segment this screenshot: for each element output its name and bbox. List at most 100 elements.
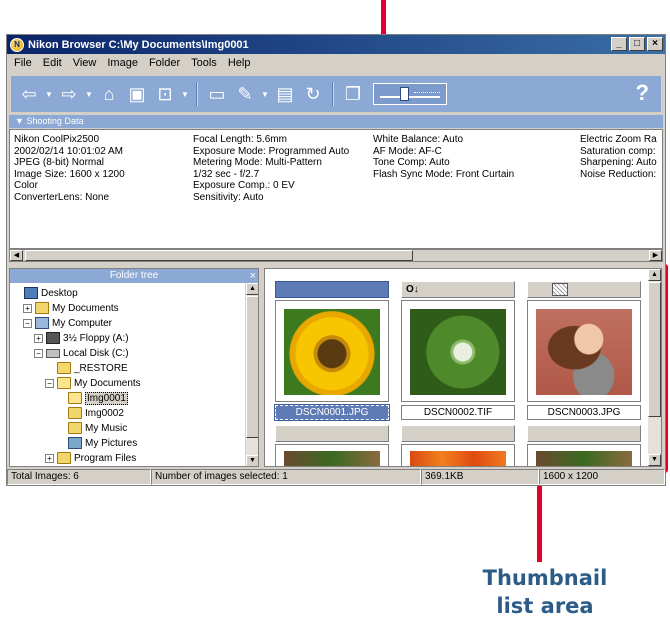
tree-item[interactable]: − My Documents: [45, 375, 141, 391]
shooting-data-col-3: White Balance: Auto AF Mode: AF-C Tone C…: [373, 134, 514, 180]
folder-tree-pane: Folder tree × Desktop + My Documents − My Co…: [9, 268, 259, 467]
new-folder-icon[interactable]: ▣: [123, 80, 151, 108]
thumbnail-tile[interactable]: DSCN0003.JPG: [527, 281, 641, 420]
expand-icon[interactable]: +: [23, 303, 32, 313]
thumbnail-photo[interactable]: [536, 309, 632, 395]
slider-knob[interactable]: [400, 87, 409, 101]
edit-icon[interactable]: ✎: [231, 80, 259, 108]
rotate-icon[interactable]: ↻: [299, 80, 327, 108]
close-button[interactable]: ×: [647, 37, 663, 51]
print-icon[interactable]: ▤: [271, 80, 299, 108]
thumbnail-photo[interactable]: [410, 309, 506, 395]
tree-item[interactable]: My Music: [56, 420, 127, 436]
scroll-down-icon[interactable]: ▼: [648, 454, 661, 466]
scroll-up-icon[interactable]: ▲: [648, 269, 661, 281]
thumbnail-filename[interactable]: DSCN0002.TIF: [401, 405, 515, 420]
status-selected-count: Number of images selected: 1: [151, 469, 421, 485]
tree-item-label: My Pictures: [85, 437, 138, 449]
back-dropdown-icon[interactable]: ▼: [43, 80, 55, 108]
callout-line-2: list area: [496, 594, 594, 618]
menu-folder[interactable]: Folder: [144, 55, 186, 72]
folder-icon: [68, 422, 82, 434]
collapse-icon[interactable]: −: [23, 318, 32, 328]
expand-icon[interactable]: +: [34, 333, 43, 343]
collapse-icon[interactable]: −: [34, 348, 43, 358]
scroll-up-icon[interactable]: ▲: [246, 283, 258, 295]
thumbnail-filename[interactable]: DSCN0003.JPG: [527, 405, 641, 420]
menu-help[interactable]: Help: [223, 55, 257, 72]
status-file-size: 369.1KB: [421, 469, 539, 485]
focal-length: Focal Length: 5.6mm: [193, 134, 287, 145]
thumbnail-image-frame[interactable]: [401, 444, 515, 466]
thumbnail-header: [401, 425, 515, 442]
folder-tree-scrollbar[interactable]: ▲ ▼: [245, 283, 258, 466]
tree-item[interactable]: Img0001: [56, 390, 128, 406]
expand-icon[interactable]: +: [45, 453, 54, 463]
thumbnail-size-slider[interactable]: [373, 83, 447, 105]
thumbnail-tile[interactable]: [275, 425, 389, 466]
menu-tools[interactable]: Tools: [186, 55, 223, 72]
thumbnail-photo[interactable]: [536, 451, 632, 466]
thumbnail-tile[interactable]: [527, 425, 641, 466]
folder-tree-title: Folder tree: [109, 270, 159, 281]
thumbnail-image-frame[interactable]: [275, 300, 389, 402]
tree-item-label: My Documents: [52, 302, 119, 314]
open-folder-icon[interactable]: ▭: [203, 80, 231, 108]
forward-icon[interactable]: ⇨: [55, 80, 83, 108]
scroll-thumb[interactable]: [246, 296, 258, 438]
scroll-thumb[interactable]: [25, 250, 413, 261]
thumbnail-image-frame[interactable]: [527, 300, 641, 402]
af-mode: AF Mode: AF-C: [373, 145, 442, 157]
copy-icon[interactable]: ❐: [339, 80, 367, 108]
tree-item[interactable]: + Program Files: [45, 450, 136, 466]
thumbnail-scrollbar[interactable]: ▲ ▼: [648, 269, 661, 466]
shooting-data-header[interactable]: ▼ Shooting Data: [9, 115, 663, 128]
scroll-right-icon[interactable]: ▶: [649, 250, 662, 261]
help-icon[interactable]: ?: [636, 80, 649, 106]
maximize-button[interactable]: □: [629, 37, 645, 51]
tree-item[interactable]: _RESTORE: [45, 360, 128, 376]
nikon-browser-window: N Nikon Browser C:\My Documents\Img0001 …: [6, 34, 666, 486]
shooting-data-scrollbar[interactable]: ◀ ▶: [9, 249, 663, 262]
tree-item[interactable]: +3½ Floppy (A:): [34, 330, 129, 346]
thumbnail-photo[interactable]: [284, 309, 380, 395]
menu-file[interactable]: File: [9, 55, 38, 72]
thumbnail-image-frame[interactable]: [527, 444, 641, 466]
tree-item[interactable]: − My Computer: [23, 315, 112, 331]
menu-edit[interactable]: Edit: [38, 55, 68, 72]
menu-view[interactable]: View: [68, 55, 103, 72]
up-folder-icon[interactable]: ⌂: [95, 80, 123, 108]
tree-item-label: Img0002: [85, 407, 124, 419]
slider-ticks: [414, 92, 440, 95]
minimize-button[interactable]: _: [611, 37, 627, 51]
thumbnail-image-frame[interactable]: [401, 300, 515, 402]
thumbnail-tile[interactable]: [401, 425, 515, 466]
tree-item[interactable]: Desktop: [12, 285, 78, 301]
menu-image[interactable]: Image: [102, 55, 144, 72]
thumbnail-photo[interactable]: [284, 451, 380, 466]
thumbnail-tile[interactable]: DSCN0001.JPG: [274, 281, 390, 421]
collapse-icon[interactable]: −: [45, 378, 54, 388]
tree-item[interactable]: + My Documents: [23, 300, 119, 316]
tree-item[interactable]: − Local Disk (C:): [34, 345, 129, 361]
folder-icon: [68, 407, 82, 419]
folder-tree-close-icon[interactable]: ×: [250, 269, 256, 283]
color-mode: Color: [14, 180, 38, 191]
thumbnail-image-frame[interactable]: [275, 444, 389, 466]
status-image-dimensions: 1600 x 1200: [539, 469, 665, 485]
tree-item-label: Desktop: [41, 287, 78, 299]
folder-options-icon[interactable]: ⊡: [151, 80, 179, 108]
thumbnail-tile[interactable]: O↓ DSCN0002.TIF: [401, 281, 515, 420]
folder-options-dropdown-icon[interactable]: ▼: [179, 80, 191, 108]
tree-item[interactable]: Img0002: [56, 405, 124, 421]
tree-item[interactable]: My Pictures: [56, 435, 137, 451]
forward-dropdown-icon[interactable]: ▼: [83, 80, 95, 108]
scroll-down-icon[interactable]: ▼: [246, 455, 258, 466]
thumbnail-filename[interactable]: DSCN0001.JPG: [274, 404, 390, 421]
scroll-left-icon[interactable]: ◀: [10, 250, 23, 261]
thumbnail-photo[interactable]: [410, 451, 506, 466]
back-icon[interactable]: ⇦: [15, 80, 43, 108]
scroll-thumb[interactable]: [648, 282, 661, 417]
folder-tree-header: Folder tree ×: [10, 269, 258, 283]
edit-dropdown-icon[interactable]: ▼: [259, 80, 271, 108]
